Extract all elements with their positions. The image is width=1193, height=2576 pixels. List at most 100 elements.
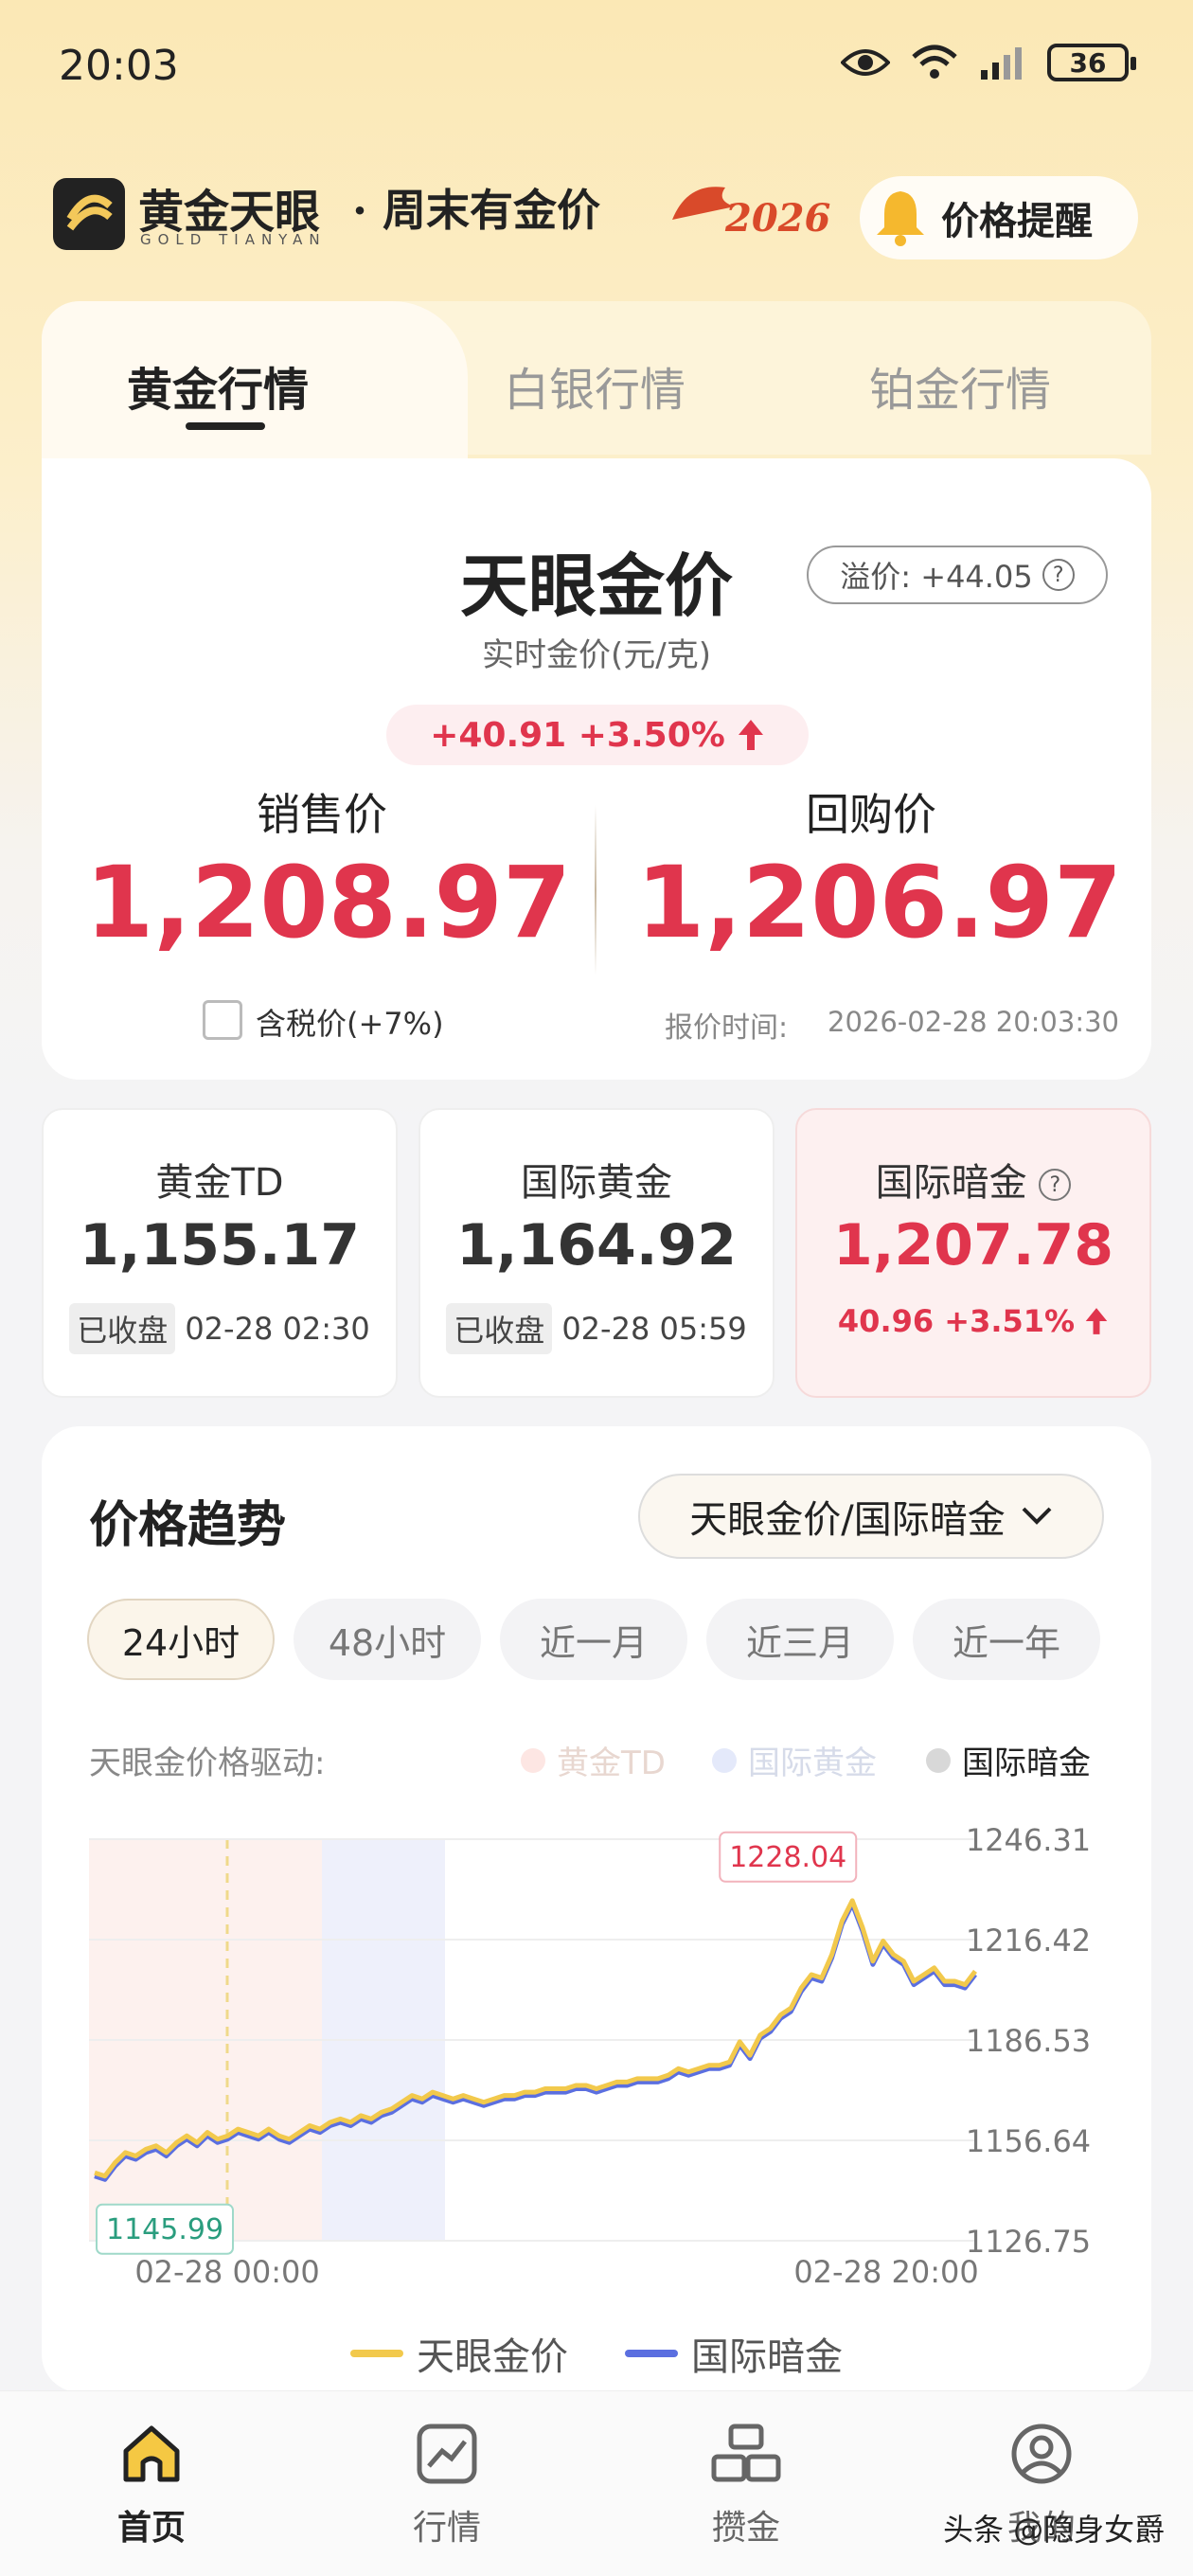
tab-platinum[interactable]: 铂金行情 (869, 352, 1051, 419)
bell-icon (877, 191, 924, 246)
range-24h[interactable]: 24小时 (87, 1599, 275, 1680)
market-time: 02-28 05:59 (561, 1311, 747, 1347)
buy-price-label: 回购价 (806, 789, 936, 840)
market-value: 1,207.78 (832, 1212, 1114, 1279)
year-badge: 2026 (668, 172, 848, 248)
status-icons: 36 (841, 44, 1136, 81)
driver-legend-gold-td[interactable]: 黄金TD (521, 1737, 666, 1783)
app-logo (53, 178, 125, 250)
y-tick-label: 1186.53 (966, 2023, 1091, 2059)
market-name: 黄金TD (155, 1161, 284, 1205)
header-slogan: · 周末有金价 (352, 185, 601, 236)
market-status: 已收盘 02-28 02:30 (44, 1303, 396, 1354)
nav-home[interactable]: 首页 (66, 2421, 237, 2549)
range-48h[interactable]: 48小时 (294, 1599, 481, 1680)
y-tick-label: 1156.64 (966, 2123, 1091, 2159)
home-icon (123, 2425, 180, 2482)
price-unit: 实时金价(元/克) (482, 636, 711, 674)
driver-label: 天眼金价格驱动: (89, 1744, 326, 1782)
price-change: +40.91 +3.50% (386, 705, 809, 765)
trend-title: 价格趋势 (89, 1497, 287, 1554)
y-tick-label: 1216.42 (966, 1923, 1091, 1959)
chart-legend: 天眼金价 国际暗金 (0, 2326, 1193, 2381)
price-change-value: +40.91 +3.50% (430, 715, 725, 755)
help-icon[interactable]: ? (1039, 1169, 1072, 1201)
buy-price-value: 1,206.97 (636, 845, 1123, 960)
chart-legend-label: 国际暗金 (691, 2335, 843, 2379)
market-time: 02-28 02:30 (185, 1311, 370, 1347)
chart-icon (417, 2424, 477, 2484)
market-change: 40.96 +3.51% (797, 1303, 1149, 1339)
price-alert-button[interactable]: 价格提醒 (860, 176, 1138, 259)
sell-price-label: 销售价 (257, 789, 387, 840)
market-name: 国际黄金 (521, 1161, 672, 1205)
tab-silver[interactable]: 白银行情 (504, 352, 686, 419)
market-name-row: 国际暗金 ? (797, 1152, 1149, 1207)
svg-text:2026: 2026 (724, 196, 830, 241)
range-1-year[interactable]: 近一年 (913, 1599, 1100, 1680)
market-card-intl-gold[interactable]: 国际黄金 1,164.92 已收盘 02-28 05:59 (418, 1108, 775, 1398)
brand-subtitle: GOLD TIANYAN (140, 231, 327, 248)
stack-icon (711, 2424, 781, 2482)
closed-badge: 已收盘 (446, 1303, 553, 1354)
price-alert-label: 价格提醒 (941, 200, 1093, 243)
watermark: 头条 @隐身女爵 (943, 2512, 1166, 2548)
market-value: 1,155.17 (79, 1212, 361, 1279)
user-icon (1011, 2424, 1072, 2484)
premium-value: 溢价: +44.05 (840, 559, 1033, 595)
x-tick-label: 02-28 20:00 (793, 2254, 978, 2290)
driver-legend-intl-gold[interactable]: 国际黄金 (712, 1737, 877, 1783)
battery-indicator: 36 (1047, 44, 1136, 81)
signal-icon (981, 47, 1022, 80)
tab-active-underline (186, 422, 265, 430)
wifi-icon (912, 45, 957, 79)
legend-label: 国际黄金 (748, 1744, 877, 1782)
legend-line-gold (350, 2350, 403, 2357)
help-icon[interactable]: ? (1042, 559, 1075, 591)
nav-save-label: 攒金 (711, 2509, 780, 2548)
quote-time-value: 2026-02-28 20:03:30 (828, 1006, 1119, 1038)
legend-dot (521, 1747, 545, 1773)
tax-checkbox[interactable] (203, 1000, 242, 1040)
chevron-down-icon (1022, 1507, 1052, 1525)
market-change-value: 40.96 +3.51% (837, 1303, 1076, 1339)
chart-x-ticks: 02-28 00:00 02-28 20:00 (134, 2254, 978, 2290)
sell-price-value: 1,208.97 (85, 845, 572, 960)
legend-label: 国际暗金 (962, 1744, 1091, 1782)
chart-legend-label: 天眼金价 (417, 2335, 568, 2379)
tax-checkbox-label[interactable]: 含税价(+7%) (256, 1000, 444, 1044)
max-label: 1228.04 (729, 1841, 846, 1874)
market-card-dark-gold[interactable]: 国际暗金 ? 1,207.78 40.96 +3.51% (795, 1108, 1151, 1398)
legend-dot (712, 1747, 737, 1773)
y-tick-label: 1246.31 (966, 1822, 1091, 1858)
price-divider (595, 805, 596, 975)
quote-time-label: 报价时间: (665, 1011, 789, 1045)
market-value: 1,164.92 (455, 1212, 738, 1279)
premium-pill[interactable]: 溢价: +44.05 ? (807, 546, 1108, 604)
trend-select-value: 天眼金价/国际暗金 (689, 1498, 1006, 1542)
arrow-up-icon (1085, 1308, 1108, 1334)
nav-home-label: 首页 (116, 2509, 186, 2548)
eye-icon (841, 49, 890, 76)
trend-series-select[interactable]: 天眼金价/国际暗金 (638, 1474, 1104, 1559)
x-tick-label: 02-28 00:00 (134, 2254, 319, 2290)
chart-y-ticks: 1246.31 1216.42 1186.53 1156.64 1126.75 (966, 1822, 1091, 2260)
legend-dot (926, 1747, 951, 1773)
legend-line-blue (625, 2350, 678, 2357)
market-name: 国际暗金 (875, 1161, 1027, 1205)
arrow-up-icon (738, 720, 763, 750)
nav-save-gold[interactable]: 攒金 (661, 2421, 831, 2549)
legend-label: 黄金TD (557, 1744, 666, 1782)
market-card-gold-td[interactable]: 黄金TD 1,155.17 已收盘 02-28 02:30 (42, 1108, 398, 1398)
range-1-month[interactable]: 近一月 (500, 1599, 687, 1680)
chart-legend-item: 天眼金价 (350, 2326, 568, 2381)
nav-market[interactable]: 行情 (362, 2421, 532, 2549)
y-tick-label: 1126.75 (966, 2224, 1091, 2260)
price-trend-chart[interactable]: 1246.31 1216.42 1186.53 1156.64 1126.75 02-2… (42, 1809, 1151, 2301)
tab-gold[interactable]: 黄金行情 (127, 352, 309, 419)
range-3-months[interactable]: 近三月 (706, 1599, 894, 1680)
min-label: 1145.99 (106, 2213, 223, 2246)
status-time: 20:03 (59, 42, 179, 90)
market-status: 已收盘 02-28 05:59 (420, 1303, 773, 1354)
driver-legend-dark-gold[interactable]: 国际暗金 (926, 1737, 1091, 1783)
